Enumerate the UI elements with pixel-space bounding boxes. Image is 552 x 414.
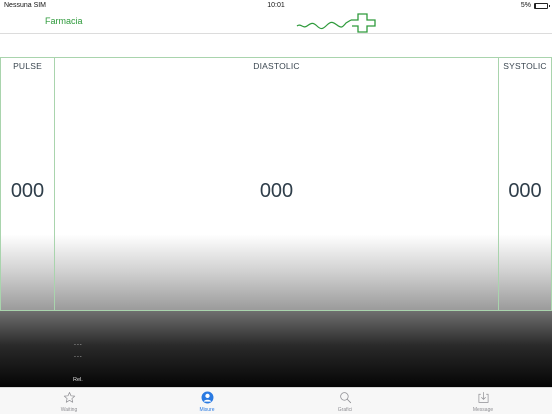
clock-label: 10:01 (267, 2, 285, 9)
result-line-2: ... (74, 352, 83, 359)
systolic-label: SYSTOLIC (503, 61, 547, 71)
tab-message-label: Message (472, 407, 494, 413)
diastolic-label: DIASTOLIC (253, 61, 300, 71)
nav-title-farmacia[interactable]: Farmacia (45, 16, 83, 26)
pulse-panel: PULSE 000 (0, 57, 55, 311)
tab-bar: Waiting Misure Grafici Message (0, 387, 552, 414)
diastolic-panel: DIASTOLIC 000 (54, 57, 499, 311)
nav-bar: Farmacia (0, 11, 552, 34)
app-screen: Nessuna SIM 10:01 5% Farmacia PULSE 000 … (0, 0, 552, 414)
tab-misure-label: Misure (199, 407, 215, 413)
tab-grafici-label: Grafici (337, 407, 353, 413)
star-icon (63, 392, 76, 403)
status-bar: Nessuna SIM 10:01 5% (0, 0, 552, 11)
tab-waiting-label: Waiting (60, 407, 78, 413)
battery-icon (534, 2, 550, 9)
tab-misure[interactable]: Misure (138, 388, 276, 414)
result-line-1: ... (74, 340, 83, 347)
tab-waiting[interactable]: Waiting (0, 388, 138, 414)
search-icon (340, 392, 352, 404)
systolic-panel: SYSTOLIC 000 (498, 57, 552, 311)
tab-message[interactable]: Message (414, 388, 552, 414)
pharmacy-cross-pulse-icon (296, 13, 376, 33)
battery-status: 5% (520, 0, 550, 11)
pulse-label: PULSE (13, 61, 42, 71)
pulse-value: 000 (10, 180, 45, 202)
download-tray-icon (478, 392, 489, 403)
results-area: ... ... Rel. (0, 311, 552, 387)
tab-grafici[interactable]: Grafici (276, 388, 414, 414)
diastolic-value: 000 (259, 180, 294, 202)
person-icon (201, 391, 214, 404)
systolic-value: 000 (508, 180, 542, 202)
battery-fill (535, 3, 536, 8)
rel-label: Rel. (73, 377, 83, 383)
battery-percent: 5% (520, 2, 531, 9)
